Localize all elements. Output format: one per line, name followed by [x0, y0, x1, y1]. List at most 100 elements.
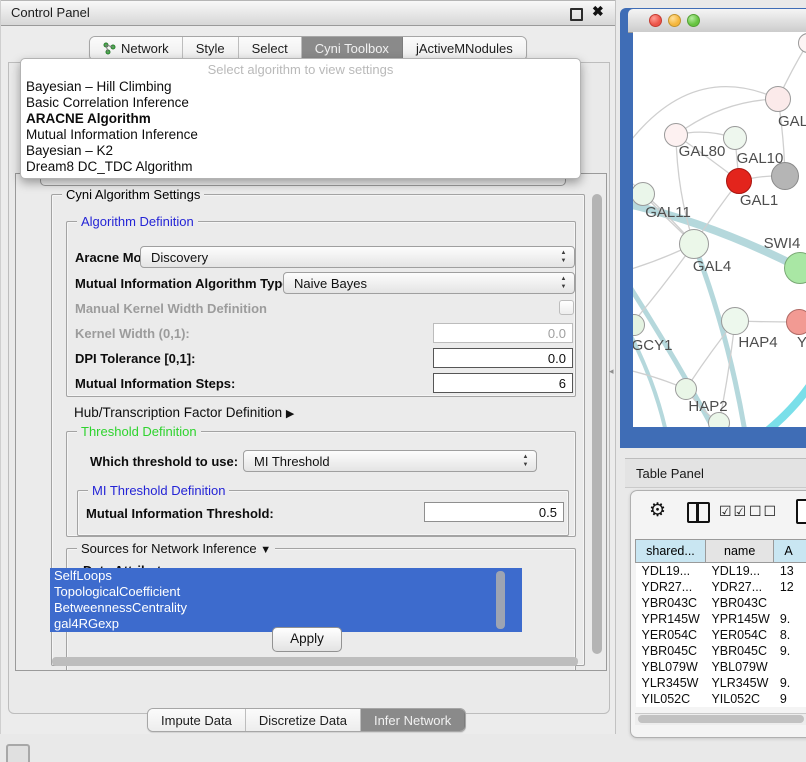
table-row[interactable]: YLR345WYLR345W9.	[636, 675, 806, 691]
scrollbar-thumb[interactable]	[638, 715, 804, 723]
which-threshold-combobox[interactable]: MI Threshold ▲▼	[243, 450, 537, 472]
kernel-width-field[interactable]: 0.0	[433, 323, 573, 343]
table-horizontal-scrollbar[interactable]	[635, 713, 806, 725]
splitter-handle[interactable]: ◂	[609, 366, 614, 377]
network-canvas[interactable]: GAL GAL80 GAL10 GAL1 GAL11 GAL4 SWI4 GCY…	[633, 32, 806, 427]
cell[interactable]: YBR043C	[636, 595, 706, 611]
minimized-panel-icon[interactable]	[6, 744, 30, 762]
columns-icon[interactable]	[687, 502, 710, 523]
cell[interactable]: YIL052C	[636, 691, 706, 707]
aracne-mode-combobox[interactable]: Discovery ▲▼	[140, 246, 575, 268]
tab-network-label: Network	[121, 41, 169, 56]
cell[interactable]: YBR043C	[705, 595, 773, 611]
tab-network[interactable]: Network	[90, 37, 183, 60]
tab-discretize-data[interactable]: Discretize Data	[246, 709, 361, 731]
node-gal10[interactable]	[723, 126, 747, 150]
cell[interactable]: 9	[774, 691, 806, 707]
dpi-tolerance-field[interactable]: 0.0	[433, 348, 573, 368]
minimize-traffic-light-icon[interactable]	[668, 14, 681, 27]
cell[interactable]: 9.	[774, 675, 806, 691]
node-gal1-selected[interactable]	[726, 168, 752, 194]
dropdown-item-basic-correlation[interactable]: Basic Correlation Inference	[21, 95, 580, 111]
table-row[interactable]: YBR045CYBR045C9.	[636, 643, 806, 659]
hub-definition-toggle[interactable]: Hub/Transcription Factor Definition ▶	[74, 405, 294, 420]
dropdown-item-bayesian-k2[interactable]: Bayesian – K2	[21, 143, 580, 159]
cell[interactable]: YBR045C	[705, 643, 773, 659]
settings-vertical-scrollbar[interactable]	[591, 176, 603, 654]
column-header-name[interactable]: name	[705, 540, 773, 563]
float-window-icon[interactable]	[570, 8, 583, 21]
tab-cyni-toolbox[interactable]: Cyni Toolbox	[302, 37, 403, 60]
cell[interactable]: YER054C	[636, 627, 706, 643]
cell[interactable]: 9.	[774, 643, 806, 659]
node-label: GAL4	[693, 258, 731, 275]
select-all-checkboxes-icon[interactable]: ☑☑	[719, 503, 748, 520]
table-row[interactable]: YPR145WYPR145W9.	[636, 611, 806, 627]
mi-steps-field[interactable]: 6	[433, 373, 573, 393]
node-gal4[interactable]	[679, 229, 709, 259]
cell[interactable]: YDR27...	[705, 579, 773, 595]
node-table: shared... name A YDL19...YDL19...13 YDR2…	[635, 539, 806, 707]
manual-kernel-width-checkbox[interactable]	[559, 300, 574, 315]
node-gal[interactable]	[765, 86, 791, 112]
settings-horizontal-scrollbar[interactable]	[18, 656, 590, 667]
cell[interactable]: YLR345W	[705, 675, 773, 691]
dropdown-item-bayesian-hill-climbing[interactable]: Bayesian – Hill Climbing	[21, 79, 580, 95]
node-hap4[interactable]	[721, 307, 749, 335]
cell[interactable]: YBR045C	[636, 643, 706, 659]
table-row[interactable]: YBL079WYBL079W	[636, 659, 806, 675]
network-window-titlebar[interactable]	[628, 9, 806, 33]
tab-select[interactable]: Select	[239, 37, 302, 60]
node-salmon[interactable]	[786, 309, 806, 335]
apply-button[interactable]: Apply	[272, 627, 342, 652]
attribute-list-scrollbar[interactable]	[496, 571, 505, 629]
dropdown-item-aracne[interactable]: ARACNE Algorithm	[21, 111, 580, 127]
cell[interactable]: YER054C	[705, 627, 773, 643]
tab-jactivemnodules[interactable]: jActiveMNodules	[403, 37, 526, 60]
list-item-topologicalcoefficient[interactable]: TopologicalCoefficient	[50, 584, 522, 600]
list-item-betweennesscentrality[interactable]: BetweennessCentrality	[50, 600, 522, 616]
cell[interactable]: 9.	[774, 611, 806, 627]
mi-threshold-field[interactable]: 0.5	[424, 502, 564, 522]
cell[interactable]: YLR345W	[636, 675, 706, 691]
sources-title[interactable]: Sources for Network Inference ▼	[77, 541, 275, 556]
list-item-selfloops[interactable]: SelfLoops	[50, 568, 522, 584]
cell[interactable]: YDL19...	[636, 563, 706, 580]
tab-impute-data[interactable]: Impute Data	[148, 709, 246, 731]
close-icon[interactable]: ✖	[592, 6, 603, 17]
cell[interactable]: YIL052C	[705, 691, 773, 707]
zoom-traffic-light-icon[interactable]	[687, 14, 700, 27]
cell[interactable]: 13	[774, 563, 806, 580]
cell[interactable]	[774, 595, 806, 611]
tab-style[interactable]: Style	[183, 37, 239, 60]
mi-algorithm-type-combobox[interactable]: Naive Bayes ▲▼	[283, 272, 575, 294]
cell[interactable]: YPR145W	[636, 611, 706, 627]
table-row[interactable]: YDL19...YDL19...13	[636, 563, 806, 580]
table-row[interactable]: YIL052CYIL052C9	[636, 691, 806, 707]
node-hap2[interactable]	[675, 378, 697, 400]
gear-icon[interactable]: ⚙	[649, 499, 666, 522]
cell[interactable]: YDL19...	[705, 563, 773, 580]
close-traffic-light-icon[interactable]	[649, 14, 662, 27]
cell[interactable]: YDR27...	[636, 579, 706, 595]
cell[interactable]: 12	[774, 579, 806, 595]
column-header-cut[interactable]: A	[774, 540, 806, 563]
document-icon[interactable]	[796, 499, 806, 524]
cell[interactable]: YPR145W	[705, 611, 773, 627]
table-row[interactable]: YBR043CYBR043C	[636, 595, 806, 611]
cell[interactable]: YBL079W	[636, 659, 706, 675]
cell[interactable]	[774, 659, 806, 675]
column-header-shared-name[interactable]: shared...	[636, 540, 706, 563]
scrollbar-thumb[interactable]	[52, 657, 578, 666]
deselect-all-checkboxes-icon[interactable]: ☐☐	[749, 503, 778, 520]
table-row[interactable]: YDR27...YDR27...12	[636, 579, 806, 595]
cell[interactable]: 8.	[774, 627, 806, 643]
dropdown-item-mutual-information[interactable]: Mutual Information Inference	[21, 127, 580, 143]
table-row[interactable]: YER054CYER054C8.	[636, 627, 806, 643]
scrollbar-thumb[interactable]	[592, 194, 602, 654]
dpi-tolerance-label: DPI Tolerance [0,1]:	[75, 351, 195, 366]
tab-jactivemnodules-label: jActiveMNodules	[416, 41, 513, 56]
dropdown-item-dream8[interactable]: Dream8 DC_TDC Algorithm	[21, 159, 580, 175]
cell[interactable]: YBL079W	[705, 659, 773, 675]
tab-infer-network[interactable]: Infer Network	[361, 709, 465, 731]
